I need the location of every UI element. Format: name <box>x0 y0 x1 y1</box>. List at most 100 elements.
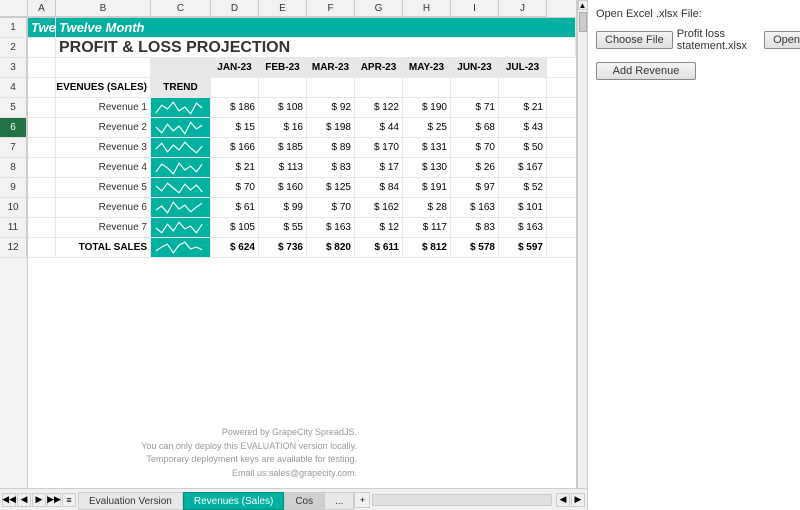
month-mar: MAR-23 <box>307 58 355 77</box>
total-jun: $ 578 <box>451 238 499 257</box>
cell-4g <box>355 78 403 97</box>
total-apr: $ 611 <box>355 238 403 257</box>
row-num-7: 7 <box>0 138 27 158</box>
cell-11a <box>28 218 56 237</box>
rev6-jul: $ 101 <box>499 198 547 217</box>
rev7-label: Revenue 7 <box>56 218 151 237</box>
file-name-label: Profit loss statement.xlsx <box>677 28 760 52</box>
scroll-up-btn[interactable]: ▲ <box>578 0 588 10</box>
rev7-may: $ 117 <box>403 218 451 237</box>
col-header-f: F <box>307 0 355 17</box>
row-num-5: 5 <box>0 98 27 118</box>
rev4-apr: $ 17 <box>355 158 403 177</box>
rev3-apr: $ 170 <box>355 138 403 157</box>
col-header-d: D <box>211 0 259 17</box>
col-header-e: E <box>259 0 307 17</box>
total-trend <box>151 238 211 257</box>
rev4-jan: $ 21 <box>211 158 259 177</box>
cell-3a <box>28 58 56 77</box>
rev3-trend <box>151 138 211 157</box>
tab-scroll-left-btn[interactable]: ◀◀ <box>2 493 16 507</box>
row-1: Twelve Month Twelve Month <box>28 18 576 38</box>
rev4-jul: $ 167 <box>499 158 547 177</box>
rev2-apr: $ 44 <box>355 118 403 137</box>
cell-10a <box>28 198 56 217</box>
col-header-c: C <box>151 0 211 17</box>
month-jan: JAN-23 <box>211 58 259 77</box>
rev6-mar: $ 70 <box>307 198 355 217</box>
rev2-jul: $ 43 <box>499 118 547 137</box>
open-button[interactable]: Open <box>764 31 800 49</box>
rev6-jun: $ 163 <box>451 198 499 217</box>
rev7-apr: $ 12 <box>355 218 403 237</box>
rev6-feb: $ 99 <box>259 198 307 217</box>
rev7-jun: $ 83 <box>451 218 499 237</box>
rev6-trend <box>151 198 211 217</box>
title-overflow: Twelve Month <box>56 18 576 37</box>
rev5-feb: $ 160 <box>259 178 307 197</box>
row-8: Revenue 4 $ 21 $ 113 $ 83 $ 17 $ 130 <box>28 158 576 178</box>
col-header-b: B <box>56 0 151 17</box>
rev6-apr: $ 162 <box>355 198 403 217</box>
row-num-1: 1 <box>0 18 27 38</box>
rev4-label: Revenue 4 <box>56 158 151 177</box>
horizontal-scrollbar[interactable] <box>372 494 552 506</box>
total-feb: $ 736 <box>259 238 307 257</box>
row-9: Revenue 5 $ 70 $ 160 $ 125 $ 84 $ 191 <box>28 178 576 198</box>
row-num-10: 10 <box>0 198 27 218</box>
hscroll-left-btn[interactable]: ◀ <box>556 493 570 507</box>
row-11: Revenue 7 $ 105 $ 55 $ 163 $ 12 $ 117 <box>28 218 576 238</box>
row-num-4: 4 <box>0 78 27 98</box>
add-revenue-button[interactable]: Add Revenue <box>596 62 696 80</box>
month-feb: FEB-23 <box>259 58 307 77</box>
rev2-feb: $ 16 <box>259 118 307 137</box>
rev1-apr: $ 122 <box>355 98 403 117</box>
profit-loss-title: PROFIT & LOSS PROJECTION <box>56 38 576 57</box>
hscroll-right-btn[interactable]: ▶ <box>571 493 585 507</box>
rev6-may: $ 28 <box>403 198 451 217</box>
month-jun: JUN-23 <box>451 58 499 77</box>
tab-hamburger-btn[interactable]: ≡ <box>62 493 76 507</box>
rev4-trend <box>151 158 211 177</box>
col-header-j: J <box>499 0 547 17</box>
rev5-jun: $ 97 <box>451 178 499 197</box>
rev2-trend <box>151 118 211 137</box>
vertical-scrollbar[interactable]: ▲ ▼ <box>577 0 587 510</box>
rev3-jan: $ 166 <box>211 138 259 157</box>
row-num-3: 3 <box>0 58 27 78</box>
rev7-jan: $ 105 <box>211 218 259 237</box>
tab-scroll-prev-btn[interactable]: ◀ <box>17 493 31 507</box>
col-header-g: G <box>355 0 403 17</box>
cell-4j <box>499 78 547 97</box>
month-may: MAY-23 <box>403 58 451 77</box>
tab-cos[interactable]: Cos <box>284 492 324 510</box>
cell-5a <box>28 98 56 117</box>
col-header-a: A <box>28 0 56 17</box>
row-7: Revenue 3 $ 166 $ 185 $ 89 $ 170 $ 131 <box>28 138 576 158</box>
cell-7a <box>28 138 56 157</box>
watermark-line4: Email us:sales@grapecity.com. <box>141 467 357 481</box>
tab-revenues-sales[interactable]: Revenues (Sales) <box>183 492 284 510</box>
row-num-6: 6 <box>0 118 27 138</box>
scroll-thumb[interactable] <box>579 12 587 32</box>
cell-2a <box>28 38 56 57</box>
tab-scroll-right-btn[interactable]: ▶▶ <box>47 493 61 507</box>
tab-scroll-next-btn[interactable]: ▶ <box>32 493 46 507</box>
tab-more[interactable]: ... <box>324 492 354 510</box>
row-6: Revenue 2 $ 15 $ 16 $ 198 $ 44 $ 25 <box>28 118 576 138</box>
watermark-line3: Temporary deployment keys are available … <box>141 453 357 467</box>
open-file-label: Open Excel .xlsx File: <box>596 8 800 20</box>
rev2-jun: $ 68 <box>451 118 499 137</box>
total-mar: $ 820 <box>307 238 355 257</box>
watermark-line2: You can only deploy this EVALUATION vers… <box>141 440 357 454</box>
row-3: JAN-23 FEB-23 MAR-23 APR-23 MAY-23 JUN-2… <box>28 58 576 78</box>
rev2-mar: $ 198 <box>307 118 355 137</box>
trend-label: TREND <box>151 78 211 97</box>
cell-4h <box>403 78 451 97</box>
rev1-jun: $ 71 <box>451 98 499 117</box>
month-apr: APR-23 <box>355 58 403 77</box>
cell-9a <box>28 178 56 197</box>
tab-evaluation-version[interactable]: Evaluation Version <box>78 492 183 510</box>
tab-add-btn[interactable]: + <box>354 492 370 508</box>
choose-file-button[interactable]: Choose File <box>596 31 673 49</box>
